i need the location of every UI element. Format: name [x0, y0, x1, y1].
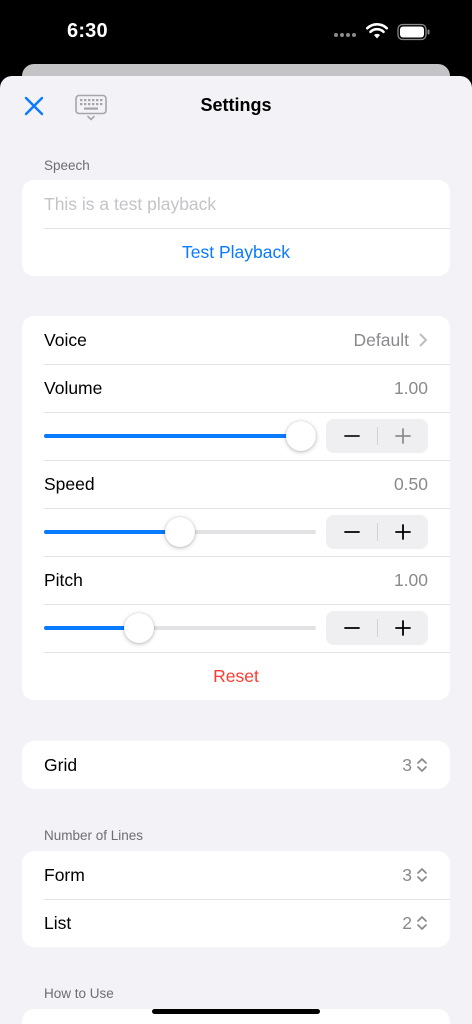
- chevron-right-icon: [419, 333, 427, 347]
- plus-icon: [394, 524, 411, 540]
- navigation-bar: Settings: [0, 76, 472, 136]
- minus-icon: [343, 531, 360, 533]
- wifi-icon: [366, 23, 388, 39]
- minus-icon: [343, 627, 360, 629]
- volume-value: 1.00: [393, 377, 428, 398]
- form-value: 3: [402, 864, 412, 885]
- keyboard-icon[interactable]: [74, 94, 108, 122]
- up-down-chevron-icon: [417, 868, 427, 882]
- test-playback-label: Test Playback: [182, 241, 290, 262]
- speech-card: Test Playback: [22, 180, 450, 276]
- pitch-label: Pitch: [44, 569, 83, 590]
- grid-card: Grid 3: [22, 741, 450, 789]
- pitch-decrement-button[interactable]: [326, 611, 377, 645]
- pitch-control-row: [22, 604, 450, 652]
- list-value: 2: [402, 912, 412, 933]
- speed-increment-button[interactable]: [377, 515, 428, 549]
- pitch-value: 1.00: [393, 569, 428, 590]
- section-header-speech: Speech: [44, 158, 90, 173]
- volume-slider[interactable]: [44, 421, 316, 451]
- speed-slider[interactable]: [44, 517, 316, 547]
- speed-row: Speed 0.50: [22, 460, 450, 508]
- voice-row[interactable]: Voice Default: [22, 316, 450, 364]
- close-icon[interactable]: [22, 94, 46, 118]
- section-header-how-to-use: How to Use: [44, 986, 114, 1001]
- minus-icon: [343, 435, 360, 437]
- reset-label: Reset: [213, 665, 259, 686]
- plus-icon: [394, 620, 411, 636]
- up-down-chevron-icon: [417, 758, 427, 772]
- volume-row: Volume 1.00: [22, 364, 450, 412]
- slider-fill: [44, 530, 180, 534]
- grid-label: Grid: [44, 754, 78, 775]
- voice-value: Default: [353, 329, 409, 350]
- volume-decrement-button[interactable]: [326, 419, 377, 453]
- test-playback-button[interactable]: Test Playback: [22, 228, 450, 276]
- speed-decrement-button[interactable]: [326, 515, 377, 549]
- test-text-input[interactable]: [44, 193, 428, 215]
- list-row[interactable]: List 2: [22, 899, 450, 947]
- stepper-divider: [377, 523, 378, 541]
- volume-label: Volume: [44, 377, 103, 398]
- speed-value: 0.50: [393, 473, 428, 494]
- list-label: List: [44, 912, 72, 933]
- slider-thumb[interactable]: [165, 517, 195, 547]
- grid-value: 3: [402, 754, 412, 775]
- voice-settings-card: Voice Default Volume 1.00 Speed 0.50 Pit…: [22, 316, 450, 700]
- volume-increment-button[interactable]: [377, 419, 428, 453]
- status-time: 6:30: [67, 20, 108, 42]
- stepper-divider: [377, 619, 378, 637]
- form-row[interactable]: Form 3: [22, 851, 450, 899]
- status-bar: 6:30: [0, 0, 472, 66]
- lines-card: Form 3 List 2: [22, 851, 450, 947]
- grid-row[interactable]: Grid 3: [22, 741, 450, 789]
- pitch-stepper: [326, 611, 428, 645]
- speed-control-row: [22, 508, 450, 556]
- cellular-dots-icon: [334, 33, 358, 39]
- plus-icon: [394, 428, 411, 444]
- test-text-row: [22, 180, 450, 228]
- volume-stepper: [326, 419, 428, 453]
- slider-thumb[interactable]: [286, 421, 316, 451]
- pitch-slider[interactable]: [44, 613, 316, 643]
- speed-label: Speed: [44, 473, 95, 494]
- up-down-chevron-icon: [417, 916, 427, 930]
- section-header-number-of-lines: Number of Lines: [44, 828, 144, 843]
- stepper-divider: [377, 427, 378, 445]
- form-label: Form: [44, 864, 85, 885]
- reset-button[interactable]: Reset: [22, 652, 450, 700]
- page-title: Settings: [200, 95, 272, 115]
- home-indicator: [152, 1009, 320, 1014]
- pitch-increment-button[interactable]: [377, 611, 428, 645]
- pitch-row: Pitch 1.00: [22, 556, 450, 604]
- speed-stepper: [326, 515, 428, 549]
- slider-thumb[interactable]: [124, 613, 155, 643]
- slider-fill: [44, 434, 316, 438]
- battery-icon: [397, 23, 430, 41]
- volume-control-row: [22, 412, 450, 460]
- voice-label: Voice: [44, 329, 87, 350]
- settings-sheet: Settings Speech Test Playback Voice Defa…: [0, 76, 472, 1024]
